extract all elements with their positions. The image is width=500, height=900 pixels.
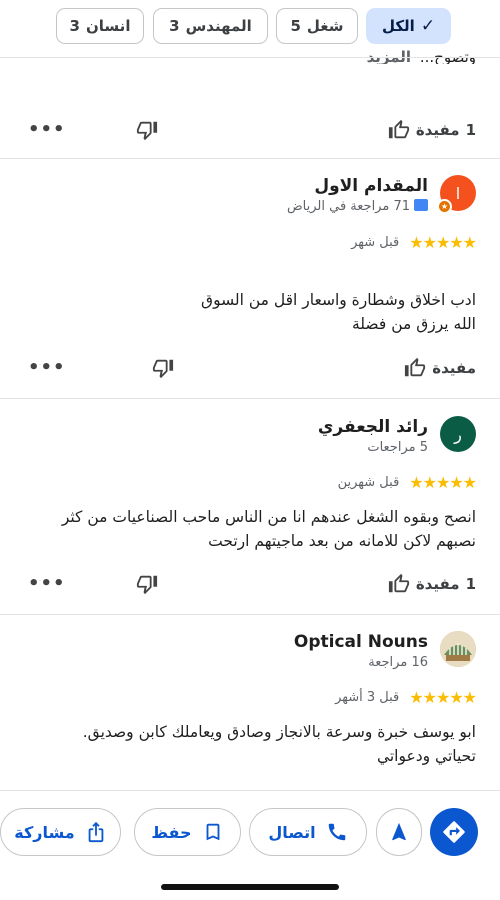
- chip-person[interactable]: انسان 3: [56, 8, 144, 44]
- review-divider: [0, 158, 500, 159]
- review-actions: ••• مفيدة: [0, 355, 500, 383]
- share-label: مشاركة: [14, 822, 75, 842]
- author-meta: 5 مراجعات: [367, 440, 428, 455]
- filter-chips: ✓ الكل شغل 5 المهندس 3 انسان 3: [0, 8, 500, 46]
- chip-all-label: الكل: [381, 17, 415, 35]
- directions-button[interactable]: [430, 808, 478, 856]
- chips-divider: [0, 57, 500, 58]
- rating-row: ★★★★★ قبل 3 أشهر: [335, 688, 477, 707]
- call-button[interactable]: اتصال: [249, 808, 367, 856]
- helpful-label: مفيدة: [415, 575, 460, 593]
- review-text: انصح وبقوه الشغل عندهم انا من الناس ماحب…: [16, 505, 476, 553]
- avatar[interactable]: ا ★: [437, 175, 476, 214]
- review-author[interactable]: ر رائد الجعفري 5 مراجعات: [318, 416, 476, 457]
- directions-icon: [443, 821, 465, 843]
- share-icon: [88, 821, 104, 843]
- more-icon[interactable]: •••: [28, 119, 66, 140]
- previous-review-actions: ••• مفيدة 1: [0, 117, 500, 145]
- author-name[interactable]: Optical Nouns: [294, 631, 428, 653]
- thumb-down-icon[interactable]: [136, 573, 158, 595]
- call-label: اتصال: [268, 822, 316, 842]
- review-author[interactable]: ا ★ المقدام الاول 71 مراجعة في الرياض: [287, 175, 476, 216]
- review-text: ادب اخلاق وشطارة واسعار اقل من السوق الل…: [16, 288, 476, 336]
- avatar[interactable]: ر: [440, 416, 476, 452]
- helpful-count: 1: [465, 575, 476, 593]
- helpful-button[interactable]: مفيدة: [404, 357, 476, 379]
- avatar-image: [440, 631, 476, 667]
- helpful-label: مفيدة: [415, 121, 460, 139]
- author-name[interactable]: المقدام الاول: [287, 175, 428, 197]
- home-indicator[interactable]: [161, 884, 339, 890]
- chip-work[interactable]: شغل 5: [276, 8, 358, 44]
- review-divider: [0, 614, 500, 615]
- review-time: قبل شهرين: [337, 475, 400, 490]
- star-rating: ★★★★★: [409, 688, 477, 707]
- review-text-line: انصح وبقوه الشغل عندهم انا من الناس ماحب…: [61, 508, 476, 526]
- helpful-count: 1: [465, 121, 476, 139]
- chip-work-count: 5: [290, 17, 301, 35]
- author-name[interactable]: رائد الجعفري: [318, 416, 428, 438]
- thumb-down-icon[interactable]: [136, 119, 158, 141]
- start-navigation-button[interactable]: [376, 808, 422, 856]
- review-text-line: ابو يوسف خبرة وسرعة بالانجاز وصادق ويعام…: [82, 723, 476, 741]
- review-time: قبل شهر: [351, 235, 400, 250]
- review-text-line: تحياتي ودعواتي: [376, 747, 476, 765]
- author-meta: 16 مراجعة: [368, 655, 428, 670]
- helpful-label: مفيدة: [432, 359, 476, 377]
- star-rating: ★★★★★: [409, 473, 477, 492]
- chip-person-label: انسان: [85, 17, 131, 35]
- chip-all[interactable]: ✓ الكل: [366, 8, 451, 44]
- helpful-button[interactable]: مفيدة 1: [388, 573, 476, 595]
- rating-row: ★★★★★ قبل شهرين: [337, 473, 477, 492]
- save-button[interactable]: حفظ: [134, 808, 241, 856]
- chip-engineer[interactable]: المهندس 3: [153, 8, 268, 44]
- avatar[interactable]: [440, 631, 476, 667]
- review-text: ابو يوسف خبرة وسرعة بالانجاز وصادق ويعام…: [16, 720, 476, 768]
- chip-person-count: 3: [69, 17, 80, 35]
- save-label: حفظ: [151, 822, 192, 842]
- review-divider: [0, 398, 500, 399]
- thumb-up-icon: [405, 357, 426, 377]
- rating-row: ★★★★★ قبل شهر: [351, 233, 477, 252]
- review-text-line: الله يرزق من فضلة: [351, 315, 476, 333]
- star-rating: ★★★★★: [409, 233, 477, 252]
- review-actions: ••• مفيدة 1: [0, 571, 500, 599]
- navigation-icon: [392, 822, 406, 841]
- share-button[interactable]: مشاركة: [0, 808, 121, 856]
- local-guide-icon: [414, 199, 428, 211]
- phone-icon: [328, 823, 345, 841]
- helpful-button[interactable]: مفيدة 1: [388, 119, 476, 141]
- review-text-line: ادب اخلاق وشطارة واسعار اقل من السوق: [201, 291, 476, 309]
- chip-engineer-label: المهندس: [185, 17, 252, 35]
- avatar-letter: ر: [454, 424, 462, 444]
- bookmark-icon: [206, 823, 220, 841]
- review-author[interactable]: Optical Nouns 16 مراجعة: [294, 631, 476, 672]
- chip-engineer-count: 3: [169, 17, 180, 35]
- more-icon[interactable]: •••: [28, 573, 66, 594]
- guide-badge-icon: ★: [437, 199, 452, 214]
- author-meta: 71 مراجعة في الرياض: [286, 199, 410, 214]
- thumb-up-icon: [388, 119, 409, 139]
- thumb-up-icon: [388, 573, 409, 593]
- avatar-letter: ا: [455, 183, 461, 203]
- thumb-down-icon[interactable]: [152, 357, 174, 379]
- review-time: قبل 3 أشهر: [335, 690, 400, 705]
- bottom-action-bar: اتصال حفظ مشاركة: [0, 791, 500, 900]
- check-icon: ✓: [420, 16, 436, 36]
- chip-work-label: شغل: [306, 17, 344, 35]
- more-icon[interactable]: •••: [28, 357, 66, 378]
- review-text-line: نصبهم لاكن للامانه من بعد ماجيتهم ارتحت: [208, 532, 476, 550]
